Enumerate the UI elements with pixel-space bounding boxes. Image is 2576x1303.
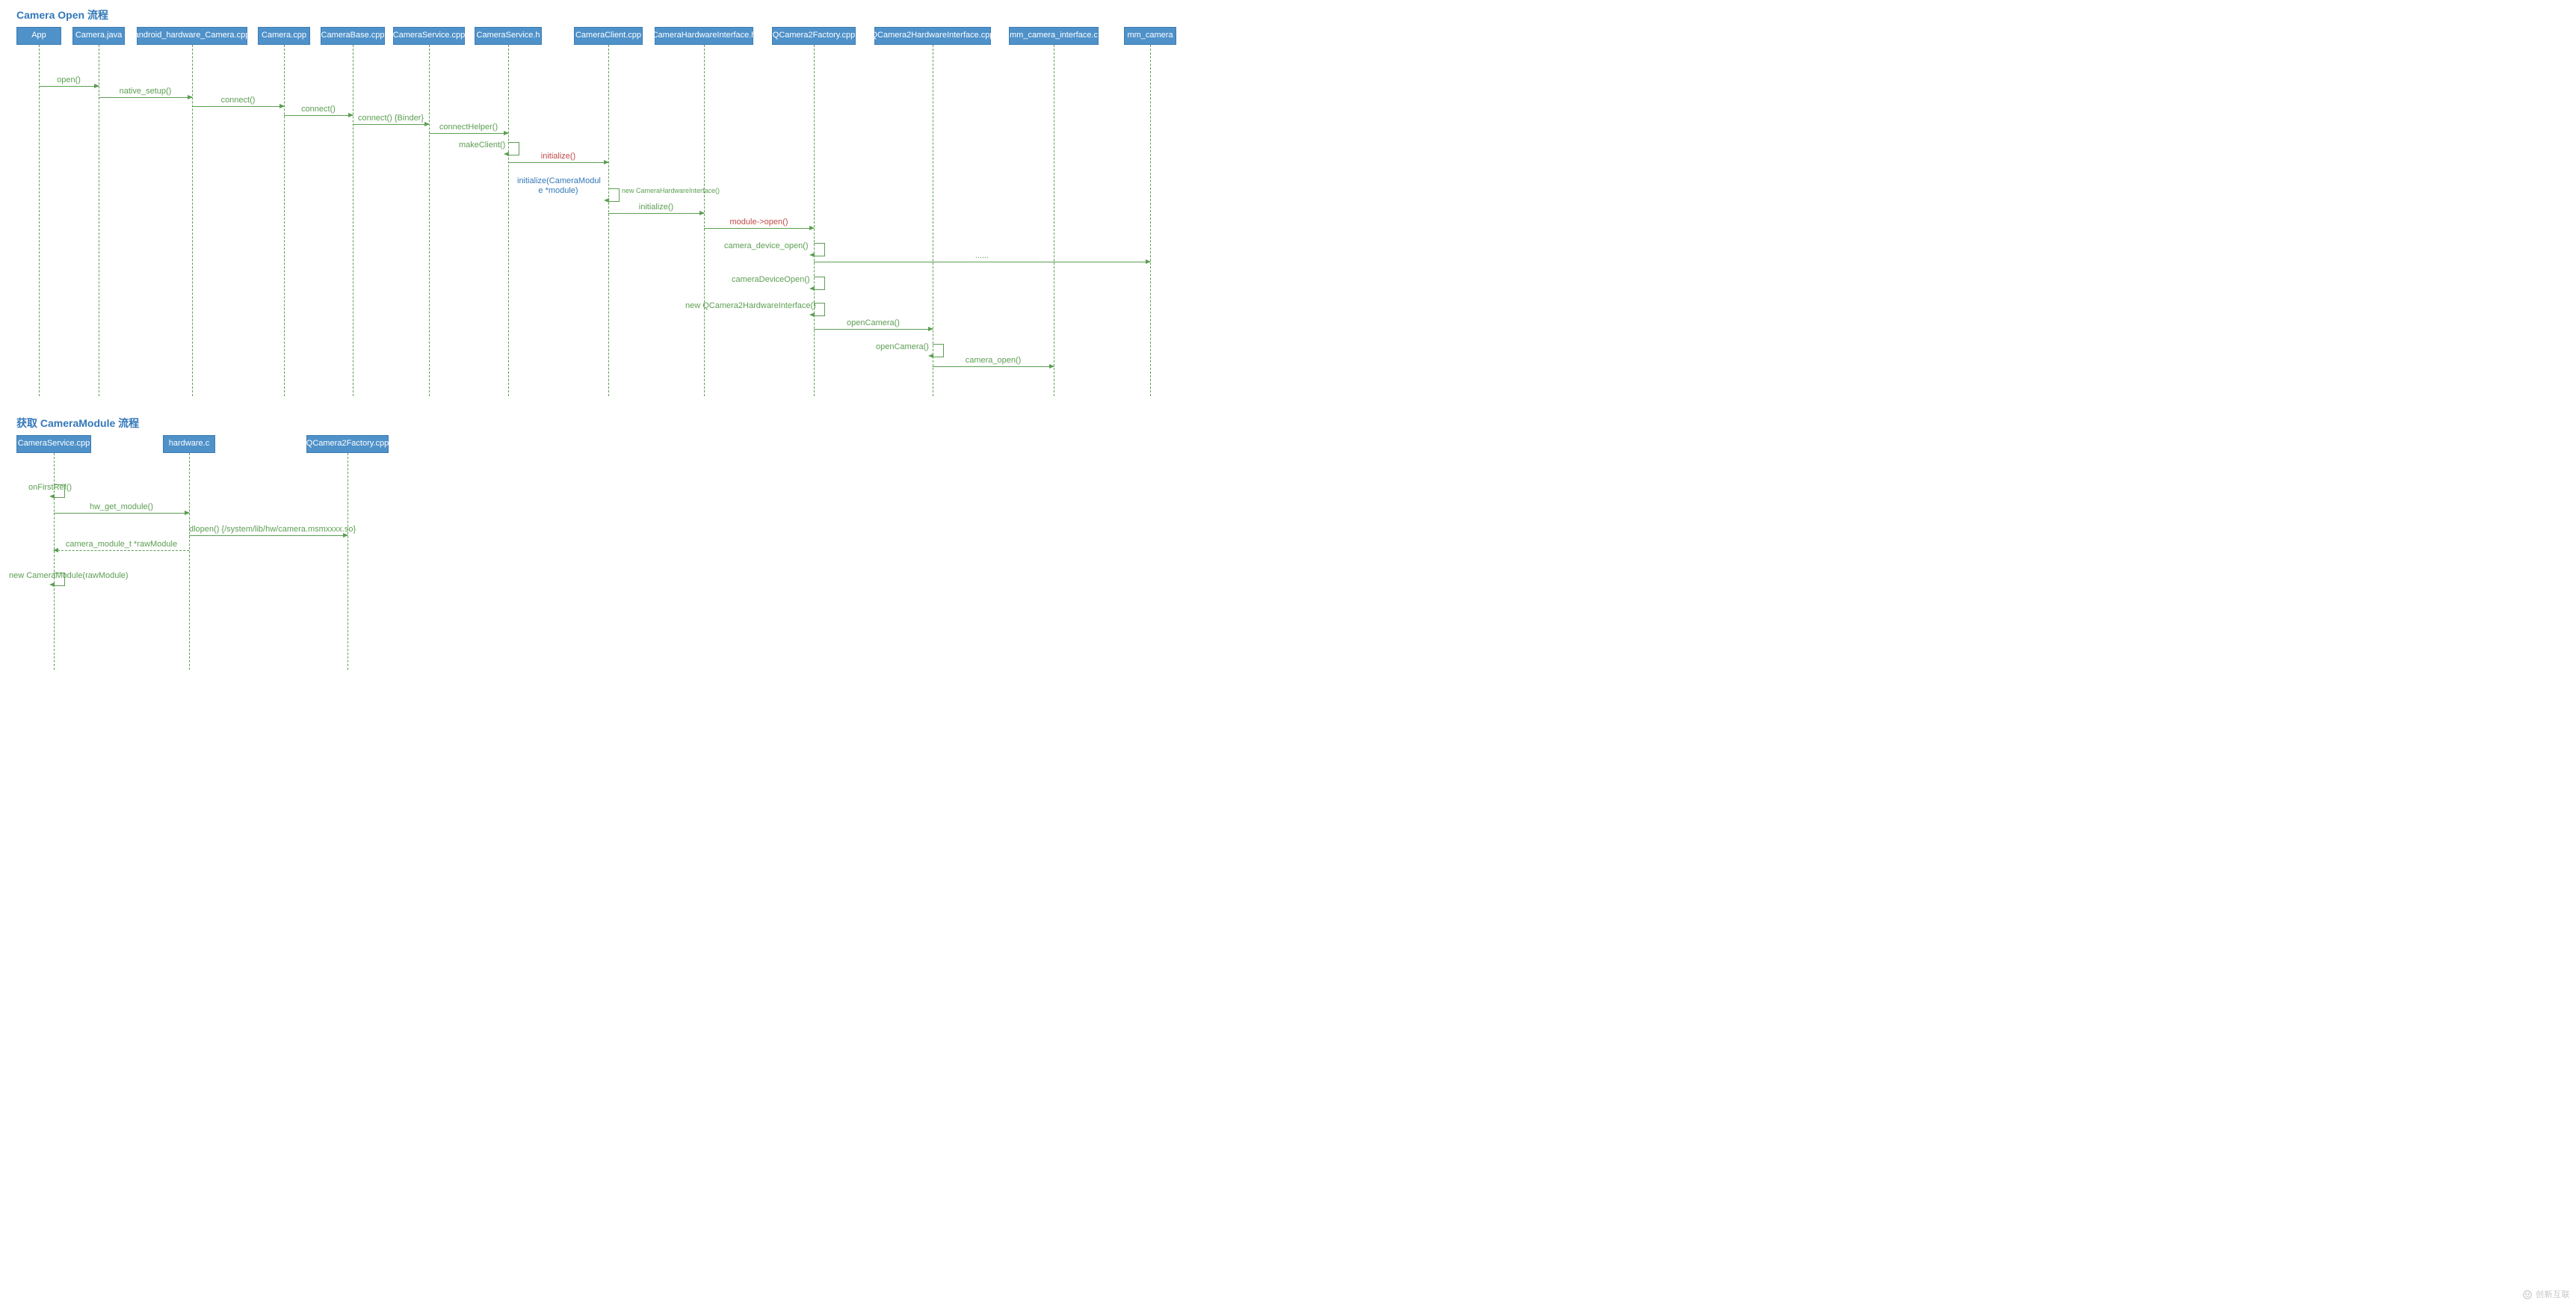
diagram-title: Camera Open 流程 [16, 7, 2576, 22]
participant: CameraBase.cpp [321, 27, 385, 45]
participant: CameraClient.cpp [574, 27, 643, 45]
participant: CameraHardwareInterface.h [655, 27, 753, 45]
message: module->open() [704, 228, 814, 238]
participant: android_hardware_Camera.cpp [137, 27, 247, 45]
message: open() [39, 86, 99, 96]
sequence-canvas: CameraService.cpp hardware.c QCamera2Facto… [0, 435, 2576, 674]
self-message: cameraDeviceOpen() [814, 277, 825, 290]
lifeline [814, 45, 815, 396]
message: camera_open() [933, 366, 1054, 377]
diagram-title: 获取 CameraModule 流程 [16, 416, 2576, 431]
self-message: new CameraModule(rawModule) [54, 573, 65, 586]
participant: mm_camera [1124, 27, 1176, 45]
participant: CameraService.cpp [16, 435, 91, 453]
self-message: new CameraHardwareInterface() [608, 188, 620, 202]
participant: QCamera2Factory.cpp [772, 27, 856, 45]
logo-icon [2522, 1290, 2533, 1300]
message: dlopen() {/system/lib/hw/camera.msmxxxx.… [189, 535, 348, 546]
message: ...... [814, 262, 1150, 272]
self-message: new QCamera2HardwareInterface() [814, 303, 825, 316]
lifeline [39, 45, 40, 396]
note: initialize(CameraModul e *module) [517, 176, 599, 187]
lifeline [284, 45, 285, 396]
watermark-text: 创新互联 [2536, 1290, 2570, 1299]
message: connect() [192, 106, 284, 117]
lifeline [429, 45, 430, 396]
participant: QCamera2Factory.cpp [306, 435, 389, 453]
lifeline [189, 453, 190, 670]
participant: CameraService.cpp [393, 27, 465, 45]
participant: QCamera2HardwareInterface.cpp [874, 27, 991, 45]
participant: mm_camera_interface.c [1009, 27, 1099, 45]
message: camera_module_t *rawModule [54, 550, 189, 561]
message: connect() {Binder} [353, 124, 429, 135]
lifeline [508, 45, 509, 396]
message: connect() [284, 115, 353, 126]
participant: App [16, 27, 61, 45]
message: initialize() [608, 213, 704, 224]
message: openCamera() [814, 329, 933, 339]
participant: CameraService.h [475, 27, 542, 45]
message: initialize() [508, 162, 608, 173]
participant: Camera.cpp [258, 27, 310, 45]
self-message: onFirstRef() [54, 484, 65, 498]
participant: Camera.java [72, 27, 125, 45]
lifeline [1150, 45, 1151, 396]
watermark: 创新互联 [2522, 1288, 2570, 1300]
message: native_setup() [99, 97, 192, 108]
sequence-canvas: App Camera.java android_hardware_Camera.cp… [0, 27, 2576, 401]
message: hw_get_module() [54, 513, 189, 523]
participant: hardware.c [163, 435, 215, 453]
